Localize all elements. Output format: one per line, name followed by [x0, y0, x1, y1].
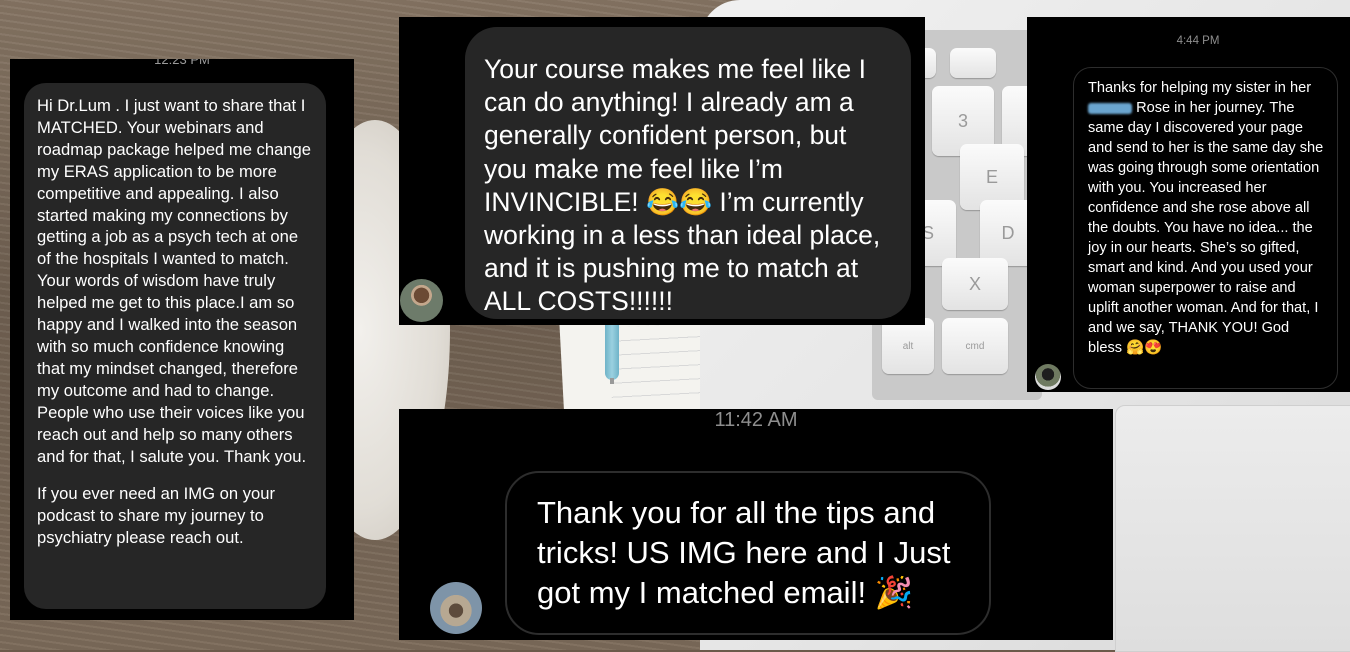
message-text-end: Rose in her journey. The same day I disc… — [1088, 100, 1324, 356]
message-bubble: Thank you for all the tips and tricks! U… — [505, 471, 991, 635]
key-x: X — [942, 258, 1008, 310]
message-screenshot-3: 4:44 PM Thanks for helping my sister in … — [1027, 17, 1350, 392]
message-text-2: If you ever need an IMG on your podcast … — [37, 484, 275, 548]
avatar — [400, 279, 443, 322]
timestamp: 12:23 PM — [154, 59, 210, 67]
message-bubble: Your course makes me feel like I can do … — [465, 27, 911, 319]
message-text: Thanks for helping my sister in her Rose… — [1074, 68, 1337, 358]
avatar — [1035, 364, 1061, 390]
key-f4 — [950, 48, 996, 78]
message-screenshot-4: 11:42 AM Thank you for all the tips and … — [399, 409, 1113, 640]
redacted-name-blur — [1088, 102, 1132, 114]
message-text: Hi Dr.Lum . I just want to share that I … — [37, 96, 311, 466]
timestamp: 11:42 AM — [714, 409, 798, 431]
message-text-start: Thanks for helping my sister in her — [1088, 80, 1312, 96]
timestamp: 4:44 PM — [1176, 35, 1220, 47]
message-bubble: Thanks for helping my sister in her Rose… — [1073, 67, 1338, 389]
key-alt: alt — [882, 318, 934, 374]
pen-tip — [610, 378, 614, 384]
key-cmd: cmd — [942, 318, 1008, 374]
avatar — [430, 582, 482, 634]
message-screenshot-1: 12:23 PM Hi Dr.Lum . I just want to shar… — [10, 59, 354, 620]
message-bubble: Hi Dr.Lum . I just want to share that I … — [24, 83, 326, 609]
message-screenshot-2: Your course makes me feel like I can do … — [399, 17, 925, 325]
message-text: Your course makes me feel like I can do … — [484, 54, 881, 317]
trackpad — [1115, 405, 1350, 652]
message-text: Thank you for all the tips and tricks! U… — [537, 495, 951, 610]
